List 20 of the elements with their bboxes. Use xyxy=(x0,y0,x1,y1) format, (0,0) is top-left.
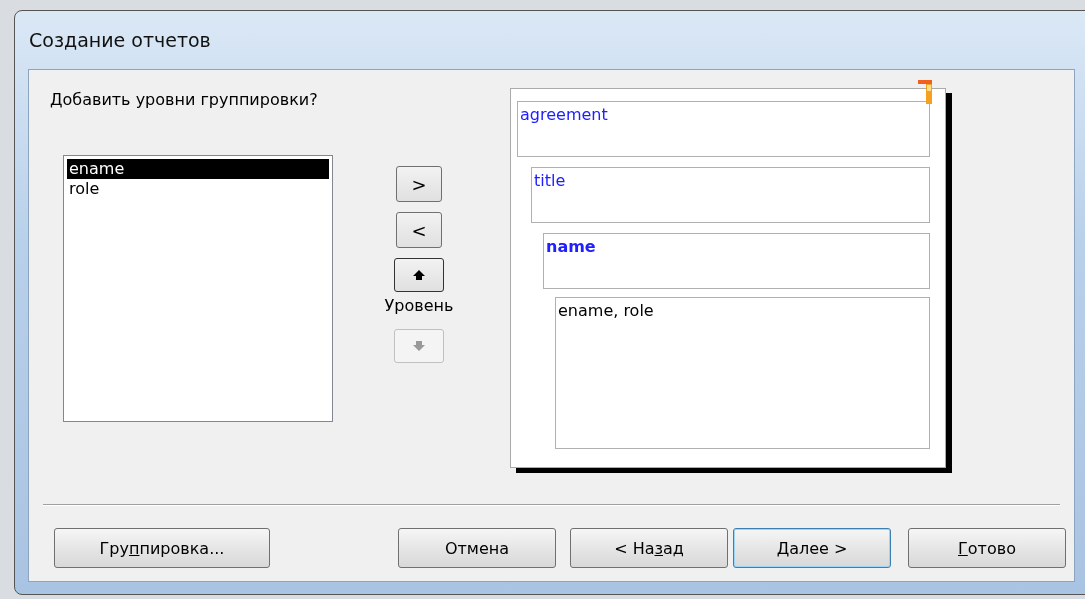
group-level-label: title xyxy=(534,171,566,190)
level-up-button[interactable] xyxy=(394,258,444,292)
list-item[interactable]: ename xyxy=(67,159,329,179)
group-level-label: name xyxy=(546,237,596,256)
list-item[interactable]: role xyxy=(67,179,329,199)
dialog-button[interactable]: Отмена xyxy=(398,528,556,568)
dialog-button[interactable]: Готово xyxy=(908,528,1066,568)
dialog-button[interactable]: Группировка... xyxy=(54,528,270,568)
detail-fields-label: ename, role xyxy=(558,301,654,320)
field-list[interactable]: ename role xyxy=(63,155,333,422)
move-button[interactable]: < xyxy=(396,212,442,248)
down-arrow-icon xyxy=(412,340,426,352)
group-level-label: agreement xyxy=(520,105,608,124)
up-arrow-icon xyxy=(412,269,426,281)
dialog-button[interactable]: < Назад xyxy=(570,528,728,568)
level-label: Уровень xyxy=(384,296,454,315)
dialog-button[interactable]: Далее > xyxy=(733,528,891,568)
move-button[interactable]: > xyxy=(396,166,442,202)
question-text: Добавить уровни группировки? xyxy=(50,90,319,109)
window-title: Создание отчетов xyxy=(29,29,211,51)
